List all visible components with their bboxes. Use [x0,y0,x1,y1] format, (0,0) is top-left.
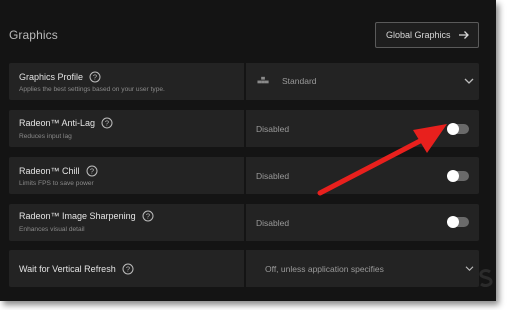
graphics-profile-dropdown[interactable]: Standard [246,63,479,100]
setting-title-text: Radeon™ Anti-Lag [19,118,96,128]
setting-row-chill: Radeon™ Chill ? Limits FPS to save power… [9,157,479,194]
setting-title: Wait for Vertical Refresh ? [19,263,134,275]
page-title: Graphics [9,28,58,42]
setting-title: Radeon™ Image Sharpening ? [19,210,154,222]
chill-toggle[interactable] [447,170,469,182]
row-divider [244,157,246,194]
setting-title: Radeon™ Anti-Lag ? [19,117,113,129]
svg-text:?: ? [89,167,93,176]
gamepad-icon [257,76,269,84]
toggle-knob [447,216,459,228]
question-circle-icon[interactable]: ? [122,263,134,275]
setting-title: Graphics Profile ? [19,71,101,83]
setting-title-text: Radeon™ Image Sharpening [19,211,136,221]
setting-subtitle: Reduces input lag [19,133,72,140]
anti-lag-toggle[interactable] [447,123,469,135]
setting-value: Disabled [256,218,290,228]
row-divider [244,204,246,241]
question-circle-icon[interactable]: ? [142,210,154,222]
setting-title: Radeon™ Chill ? [19,165,98,177]
setting-title-text: Radeon™ Chill [19,166,80,176]
setting-title-text: Graphics Profile [19,72,84,82]
svg-text:?: ? [93,73,97,82]
vertical-refresh-value: Off, unless application specifies [265,264,384,274]
setting-value: Disabled [256,124,290,134]
global-graphics-button[interactable]: Global Graphics [375,22,479,48]
graphics-settings-panel: Graphics Global Graphics Graphics Profil… [0,0,496,301]
toggle-knob [447,170,459,182]
svg-text:?: ? [126,265,130,274]
row-divider [244,110,246,147]
question-circle-icon[interactable]: ? [101,117,113,129]
vertical-refresh-dropdown[interactable]: Off, unless application specifies [246,250,479,287]
setting-row-anti-lag: Radeon™ Anti-Lag ? Reduces input lag Dis… [9,110,479,147]
svg-text:?: ? [145,212,149,221]
setting-row-vertical-refresh: Wait for Vertical Refresh ? Off, unless … [9,250,479,287]
watermark-logo [479,269,493,287]
chevron-down-icon [465,266,474,272]
setting-subtitle: Applies the best settings based on your … [19,86,165,93]
setting-subtitle: Enhances visual detail [19,226,85,233]
global-graphics-label: Global Graphics [386,30,451,40]
image-sharpening-toggle[interactable] [447,216,469,228]
toggle-knob [447,123,459,135]
setting-title-text: Wait for Vertical Refresh [19,264,116,274]
chevron-down-icon [464,78,474,84]
graphics-profile-value: Standard [282,76,317,86]
question-circle-icon[interactable]: ? [89,71,101,83]
setting-row-image-sharpening: Radeon™ Image Sharpening ? Enhances visu… [9,204,479,241]
svg-text:?: ? [105,119,109,128]
setting-value: Disabled [256,171,290,181]
arrow-right-icon [459,31,469,39]
question-circle-icon[interactable]: ? [86,165,98,177]
setting-row-graphics-profile: Graphics Profile ? Applies the best sett… [9,63,479,100]
setting-subtitle: Limits FPS to save power [19,180,94,187]
